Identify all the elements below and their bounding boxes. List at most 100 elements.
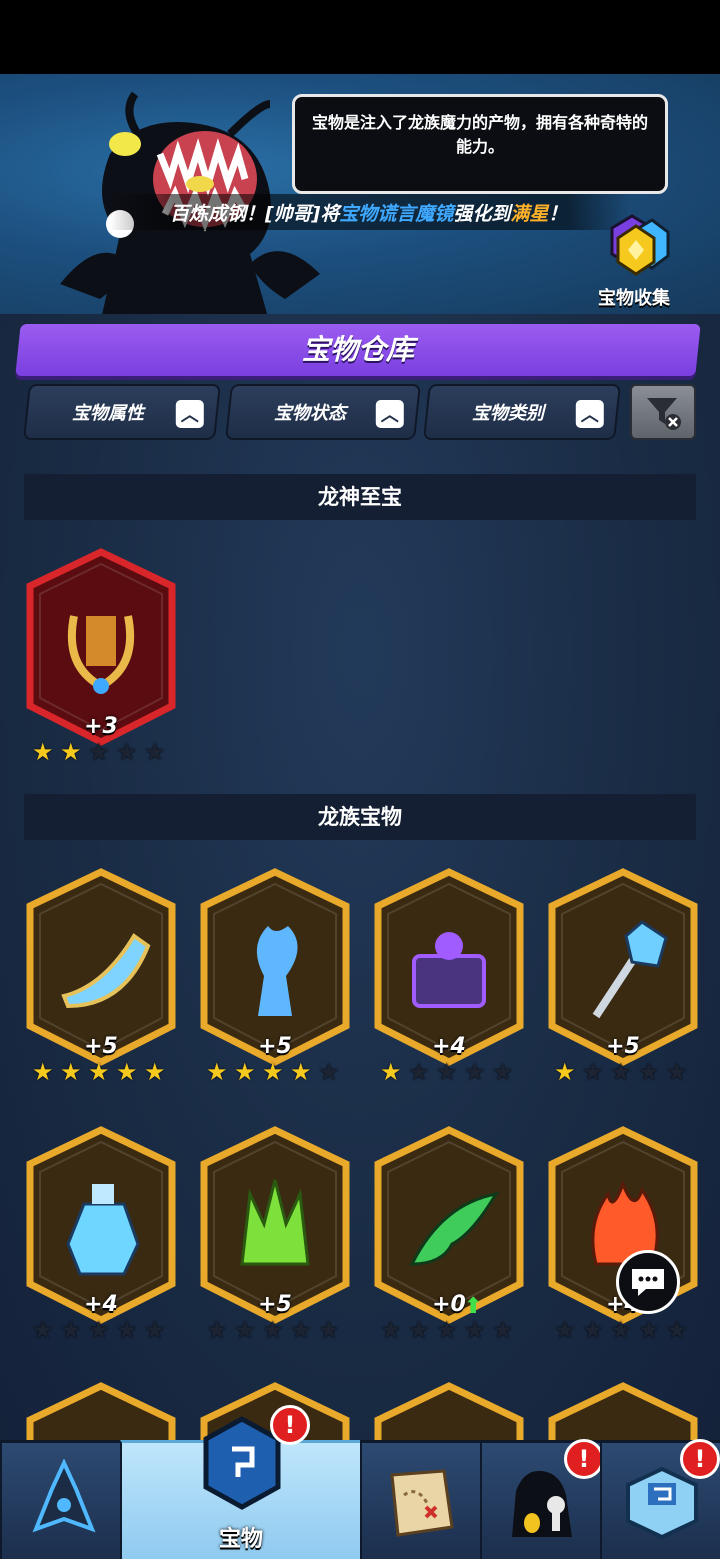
star-rating: ★ ★ ★ ★ ★ bbox=[24, 1316, 178, 1364]
star-empty-icon: ★ bbox=[380, 1316, 402, 1344]
nav-label: 宝物 bbox=[218, 1527, 263, 1552]
enhance-level: +5 bbox=[258, 1034, 292, 1059]
notification-badge: ! bbox=[564, 1439, 604, 1479]
treasure-card-emerald-wing[interactable]: +0 ⬆ ★ ★ ★ ★ ★ bbox=[372, 1124, 526, 1344]
nav-treasure-tab[interactable]: 宝物 ! bbox=[120, 1405, 360, 1559]
bottom-nav: 宝物 ! ! ! bbox=[0, 1405, 720, 1559]
ticker-end: ！ bbox=[548, 202, 568, 225]
chevron-up-icon: ︿ bbox=[575, 400, 604, 428]
star-rating: ★ ★ ★ ★ ★ bbox=[24, 738, 178, 786]
treasure-warehouse-panel: 宝物仓库 宝物属性 ︿ 宝物状态 ︿ 宝物类别 ︿ 龙神至宝 龙族宝物 +3 ★… bbox=[0, 314, 720, 1440]
star-filled-icon: ★ bbox=[60, 1058, 82, 1086]
star-empty-icon: ★ bbox=[610, 1058, 632, 1086]
treasure-card-ice-potion[interactable]: +4 ★ ★ ★ ★ ★ bbox=[24, 1124, 178, 1344]
star-empty-icon: ★ bbox=[666, 1316, 688, 1344]
chat-button[interactable] bbox=[616, 1250, 680, 1314]
collection-label: 宝物收集 bbox=[598, 288, 670, 309]
warehouse-title: 宝物仓库 bbox=[301, 333, 414, 366]
treasure-collection-button[interactable]: 宝物收集 bbox=[590, 210, 678, 310]
treasure-card-frost-horn[interactable]: +5 ★ ★ ★ ★ ★ bbox=[24, 866, 178, 1086]
notification-badge: ! bbox=[270, 1405, 310, 1445]
star-filled-icon: ★ bbox=[290, 1058, 312, 1086]
star-filled-icon: ★ bbox=[554, 1058, 576, 1086]
nav-map-tab[interactable] bbox=[360, 1440, 480, 1559]
star-empty-icon: ★ bbox=[234, 1316, 256, 1344]
star-empty-icon: ★ bbox=[408, 1316, 430, 1344]
star-empty-icon: ★ bbox=[436, 1058, 458, 1086]
enhance-level: +0 bbox=[432, 1292, 466, 1317]
star-empty-icon: ★ bbox=[554, 1316, 576, 1344]
star-empty-icon: ★ bbox=[206, 1316, 228, 1344]
star-rating: ★ ★ ★ ★ ★ bbox=[372, 1316, 526, 1364]
treasure-card-ice-dragon-statue[interactable]: +5 ★ ★ ★ ★ ★ bbox=[198, 866, 352, 1086]
star-empty-icon: ★ bbox=[60, 1316, 82, 1344]
announcement-ticker: 百炼成钢！[帅哥]将 宝物谎言魔镜 强化到 满星！ bbox=[110, 194, 630, 230]
star-filled-icon: ★ bbox=[32, 1058, 54, 1086]
shop-icon bbox=[626, 1466, 698, 1540]
treasure-card-golden-lyre[interactable]: +3 ★ ★ ★ ★ ★ bbox=[24, 546, 178, 766]
star-empty-icon: ★ bbox=[582, 1058, 604, 1086]
star-filled-icon: ★ bbox=[234, 1058, 256, 1086]
star-empty-icon: ★ bbox=[492, 1058, 514, 1086]
funnel-clear-icon bbox=[647, 398, 681, 430]
treasure-card-frost-scepter[interactable]: +5 ★ ★ ★ ★ ★ bbox=[546, 866, 700, 1086]
filter-label: 宝物类别 bbox=[472, 403, 544, 424]
chevron-up-icon: ︿ bbox=[375, 400, 404, 428]
ticker-level: 满星 bbox=[510, 202, 549, 225]
star-empty-icon: ★ bbox=[610, 1316, 632, 1344]
filter-label: 宝物属性 bbox=[72, 403, 144, 424]
star-empty-icon: ★ bbox=[144, 1316, 166, 1344]
crystal-icon bbox=[32, 1459, 96, 1533]
notification-badge: ! bbox=[680, 1439, 720, 1479]
speech-bubble: 宝物是注入了龙族魔力的产物，拥有各种奇特的能力。 bbox=[292, 94, 668, 194]
star-empty-icon: ★ bbox=[464, 1316, 486, 1344]
star-rating: ★ ★ ★ ★ ★ bbox=[546, 1058, 700, 1106]
filter-status-button[interactable]: 宝物状态 ︿ bbox=[225, 384, 421, 440]
filter-row: 宝物属性 ︿ 宝物状态 ︿ 宝物类别 ︿ bbox=[23, 384, 698, 440]
enhance-level: +3 bbox=[84, 714, 118, 739]
treasure-card-shadow-chest[interactable]: +4 ★ ★ ★ ★ ★ bbox=[372, 866, 526, 1086]
ticker-text-2: 强化到 bbox=[453, 202, 511, 225]
treasure-card-partial[interactable] bbox=[24, 1380, 178, 1440]
star-filled-icon: ★ bbox=[32, 738, 54, 766]
filter-attribute-button[interactable]: 宝物属性 ︿ bbox=[23, 384, 221, 440]
star-empty-icon: ★ bbox=[262, 1316, 284, 1344]
star-empty-icon: ★ bbox=[318, 1316, 340, 1344]
nav-shop-tab[interactable]: ! bbox=[600, 1439, 720, 1559]
section-header-dragon-god: 龙神至宝 bbox=[24, 474, 696, 520]
star-rating: ★ ★ ★ ★ ★ bbox=[546, 1316, 700, 1364]
chat-icon bbox=[632, 1269, 664, 1296]
star-empty-icon: ★ bbox=[464, 1058, 486, 1086]
star-empty-icon: ★ bbox=[318, 1058, 340, 1086]
star-rating: ★ ★ ★ ★ ★ bbox=[24, 1058, 178, 1106]
filter-category-button[interactable]: 宝物类别 ︿ bbox=[423, 384, 621, 440]
collection-gems-icon bbox=[610, 214, 670, 276]
status-bar bbox=[0, 0, 720, 74]
enhance-level: +5 bbox=[606, 1034, 640, 1059]
star-empty-icon: ★ bbox=[88, 738, 110, 766]
star-filled-icon: ★ bbox=[262, 1058, 284, 1086]
star-filled-icon: ★ bbox=[206, 1058, 228, 1086]
star-empty-icon: ★ bbox=[88, 1316, 110, 1344]
star-rating: ★ ★ ★ ★ ★ bbox=[372, 1058, 526, 1106]
ticker-item-name: 宝物谎言魔镜 bbox=[339, 202, 454, 225]
treasure-card-partial[interactable] bbox=[546, 1380, 700, 1440]
clear-filter-button[interactable] bbox=[630, 384, 696, 440]
star-empty-icon: ★ bbox=[116, 1316, 138, 1344]
nav-crystal-tab[interactable] bbox=[0, 1440, 120, 1559]
star-filled-icon: ★ bbox=[144, 1058, 166, 1086]
enhance-level: +5 bbox=[258, 1292, 292, 1317]
star-empty-icon: ★ bbox=[638, 1316, 660, 1344]
treasure-card-partial[interactable] bbox=[372, 1380, 526, 1440]
nav-characters-tab[interactable]: ! bbox=[480, 1439, 604, 1559]
star-empty-icon: ★ bbox=[666, 1058, 688, 1086]
enhance-level: +5 bbox=[84, 1034, 118, 1059]
star-empty-icon: ★ bbox=[638, 1058, 660, 1086]
star-filled-icon: ★ bbox=[116, 1058, 138, 1086]
treasure-card-jade-crown[interactable]: +5 ★ ★ ★ ★ ★ bbox=[198, 1124, 352, 1344]
enhance-level: +4 bbox=[84, 1292, 118, 1317]
star-filled-icon: ★ bbox=[88, 1058, 110, 1086]
star-empty-icon: ★ bbox=[290, 1316, 312, 1344]
filter-label: 宝物状态 bbox=[274, 403, 346, 424]
star-filled-icon: ★ bbox=[380, 1058, 402, 1086]
